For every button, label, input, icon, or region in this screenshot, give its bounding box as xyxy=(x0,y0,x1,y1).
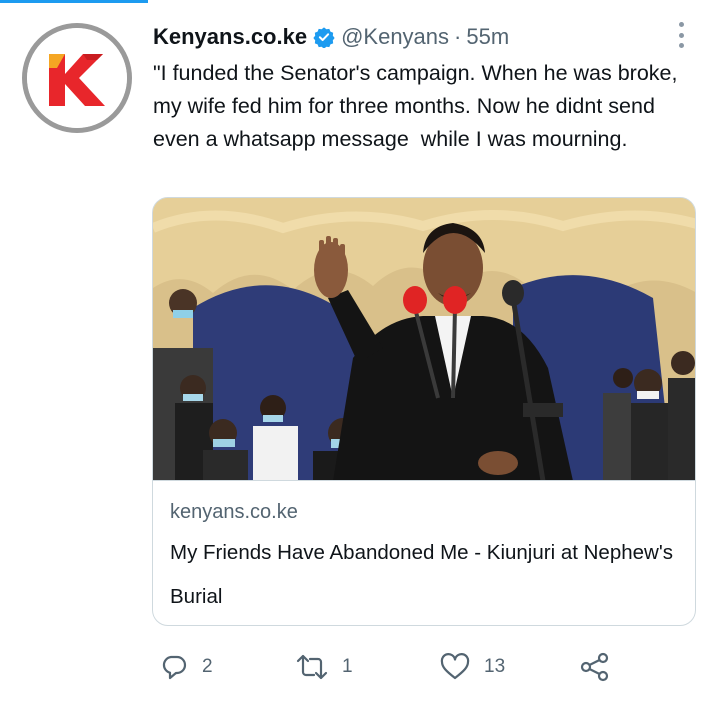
more-vertical-icon[interactable] xyxy=(672,22,690,48)
share-icon xyxy=(580,652,609,682)
tweet-timestamp[interactable]: 55m xyxy=(466,24,509,50)
tweet-actions: 2 1 13 xyxy=(0,645,720,689)
heart-icon xyxy=(440,653,470,680)
link-card[interactable]: kenyans.co.ke My Friends Have Abandoned … xyxy=(152,197,696,626)
display-name[interactable]: Kenyans.co.ke xyxy=(153,24,307,50)
top-accent-bar xyxy=(0,0,148,3)
card-domain[interactable]: kenyans.co.ke xyxy=(170,501,298,524)
reply-icon xyxy=(162,655,187,680)
verified-badge-icon xyxy=(313,27,335,48)
retweet-count: 1 xyxy=(342,656,353,677)
card-image[interactable] xyxy=(153,198,695,481)
reply-button[interactable]: 2 xyxy=(160,645,213,689)
share-button[interactable] xyxy=(580,645,610,689)
separator-dot: · xyxy=(454,24,462,49)
tweet-header: Kenyans.co.ke @Kenyans · 55m xyxy=(153,22,509,52)
retweet-icon xyxy=(296,654,328,680)
like-button[interactable]: 13 xyxy=(440,645,505,689)
like-count: 13 xyxy=(484,656,506,677)
tweet-screen: Kenyans.co.ke @Kenyans · 55m "I funded t… xyxy=(0,0,720,707)
avatar[interactable] xyxy=(22,23,132,133)
retweet-button[interactable]: 1 xyxy=(296,645,353,689)
tweet-text: "I funded the Senator's campaign. When h… xyxy=(153,61,684,151)
reply-count: 2 xyxy=(202,656,213,677)
kenyans-k-logo-icon xyxy=(27,28,127,128)
user-handle[interactable]: @Kenyans xyxy=(341,24,449,50)
card-title[interactable]: My Friends Have Abandoned Me - Kiunjuri … xyxy=(170,531,675,619)
